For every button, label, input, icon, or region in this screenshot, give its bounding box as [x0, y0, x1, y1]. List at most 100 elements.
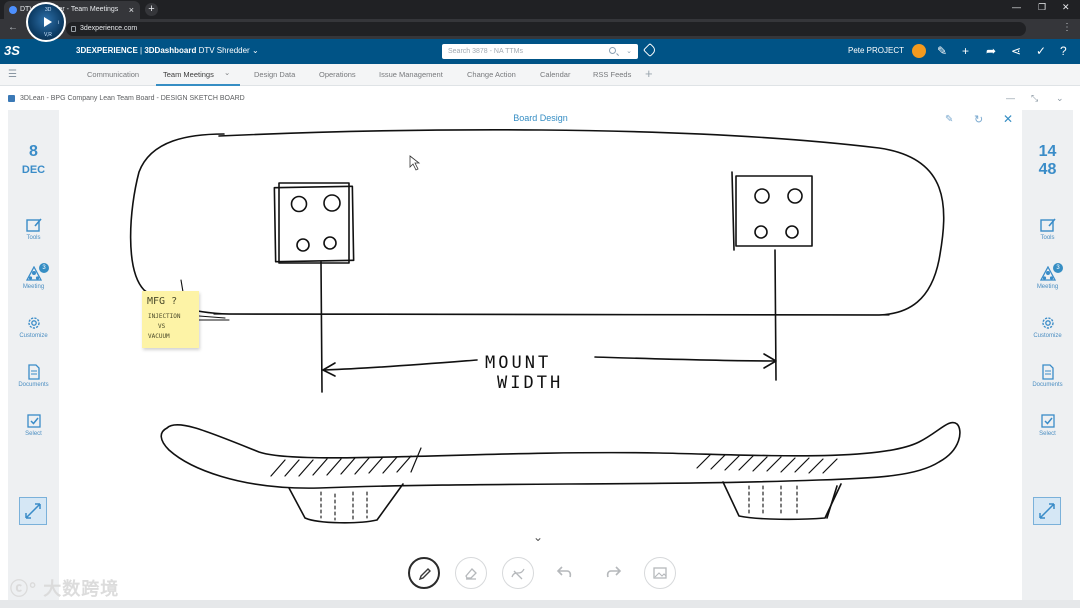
tools-label: Tools	[1040, 235, 1055, 241]
expand-panel-button[interactable]	[1033, 497, 1061, 525]
tab-team-meetings[interactable]: Team Meetings	[163, 70, 214, 79]
documents-label: Documents	[18, 382, 49, 388]
compass-top-label: 3D	[45, 7, 52, 13]
search-icon[interactable]	[609, 47, 616, 54]
tab-close-icon[interactable]: ×	[129, 1, 134, 19]
compass-right-label: i	[58, 20, 60, 26]
documents-button[interactable]: Documents	[8, 364, 59, 388]
checkbox-icon	[26, 414, 41, 428]
sticky-line-1: MFG ?	[147, 296, 178, 307]
browser-menu-icon[interactable]: ⋮	[1062, 22, 1072, 33]
customize-button[interactable]: Customize	[1022, 315, 1073, 339]
expand-arrows-icon	[1039, 503, 1055, 519]
url-field[interactable]: 3dexperience.com	[66, 22, 1026, 36]
time-hour: 14	[1038, 143, 1057, 160]
meeting-button[interactable]: 3 Meeting	[1022, 263, 1073, 290]
window-close-button[interactable]: ✕	[1062, 2, 1070, 13]
browser-tab[interactable]: DTV Shredder - Team Meetings ×	[4, 1, 140, 19]
widget-menu-chevron-icon[interactable]: ⌄	[1056, 93, 1064, 104]
brand-prefix: 3DEXPERIENCE	[76, 46, 138, 55]
undo-button[interactable]	[556, 562, 574, 585]
tab-change-action[interactable]: Change Action	[467, 70, 516, 79]
clear-icon	[511, 568, 525, 580]
add-icon[interactable]: +	[962, 44, 969, 58]
watermark-text: 大数跨境	[43, 579, 120, 599]
gear-icon	[27, 317, 40, 329]
select-label: Select	[25, 431, 42, 437]
eraser-icon	[465, 568, 477, 580]
meeting-count-badge: 3	[1053, 263, 1063, 273]
share-bubble-icon[interactable]: ✎	[937, 44, 947, 58]
tag-icon[interactable]	[642, 42, 658, 58]
tab-dropdown-chevron-icon[interactable]: ⌄	[224, 68, 230, 77]
front-mount-box	[273, 185, 355, 263]
tab-communication[interactable]: Communication	[87, 70, 139, 79]
brand-dashboard-name: DTV Shredder	[198, 46, 250, 55]
tools-button[interactable]: Tools	[8, 217, 59, 241]
sketch-drawing[interactable]: MOUNT WIDTH	[59, 110, 1022, 600]
customize-label: Customize	[1033, 333, 1062, 339]
rear-mount-box	[735, 175, 813, 247]
image-button[interactable]	[644, 557, 676, 589]
compass-bottom-label: V,R	[44, 32, 52, 38]
restore-button[interactable]: ❐	[1038, 2, 1046, 13]
pen-button[interactable]	[408, 557, 440, 589]
compass-widget[interactable]: 3D V,R i	[26, 2, 66, 42]
avatar[interactable]	[912, 44, 926, 58]
tab-issue-management[interactable]: Issue Management	[379, 70, 443, 79]
collapse-chevron-icon[interactable]: ⌄	[533, 530, 543, 544]
expand-panel-button[interactable]	[19, 497, 47, 525]
meeting-label: Meeting	[22, 284, 45, 290]
left-side-panel: 8 DEC Tools 3 Meeting Customize Document…	[8, 110, 59, 600]
tab-rss-feeds[interactable]: RSS Feeds	[593, 70, 631, 79]
image-icon	[653, 567, 667, 579]
sketch-board[interactable]: Board Design ✎ ↻ ✕ MOUNT WIDTH MFG ? INJ…	[59, 110, 1022, 600]
tools-icon[interactable]: ✓	[1036, 44, 1046, 58]
watermark-logo: ⓒ° 大数跨境	[10, 575, 119, 601]
url-text: 3dexperience.com	[80, 25, 138, 32]
deck-top-outline	[129, 129, 945, 316]
back-icon[interactable]: ←	[8, 22, 18, 33]
rear-truck-side	[722, 481, 842, 521]
minimize-button[interactable]: —	[1012, 2, 1021, 12]
watermark-icon: ⓒ°	[10, 579, 38, 599]
search-input[interactable]: Search 3878 - NA TTMs ⌄	[442, 44, 638, 59]
minimize-widget-icon[interactable]: —	[1006, 93, 1015, 103]
annotation-mount: MOUNT	[485, 353, 551, 373]
network-share-icon[interactable]: ⋖	[1011, 44, 1021, 58]
select-label: Select	[1039, 431, 1056, 437]
sticky-note[interactable]: MFG ? INJECTION VS VACUUM	[142, 291, 199, 348]
customize-button[interactable]: Customize	[8, 315, 59, 339]
add-tab-button[interactable]: +	[645, 66, 653, 81]
documents-button[interactable]: Documents	[1022, 364, 1073, 388]
redo-button[interactable]	[604, 562, 622, 585]
tools-button[interactable]: Tools	[1022, 217, 1073, 241]
meeting-button[interactable]: 3 Meeting	[8, 263, 59, 290]
brand-title[interactable]: 3DEXPERIENCE | 3DDashboard DTV Shredder …	[76, 46, 259, 55]
tab-calendar[interactable]: Calendar	[540, 70, 570, 79]
favicon-icon	[9, 6, 17, 14]
side-panel-toggle-icon[interactable]: ☰	[8, 69, 17, 80]
sticky-line-2: INJECTION	[148, 313, 181, 320]
gear-icon	[1041, 317, 1054, 329]
chevron-down-icon[interactable]: ⌄	[252, 46, 259, 55]
maximize-widget-icon[interactable]: ⤡	[1031, 93, 1038, 104]
search-dropdown-icon[interactable]: ⌄	[626, 44, 632, 59]
eraser-button[interactable]	[455, 557, 487, 589]
date-month: DEC	[21, 164, 46, 176]
share-icon[interactable]: ➦	[986, 44, 996, 58]
user-name[interactable]: Pete PROJECT	[848, 46, 904, 55]
select-button[interactable]: Select	[1022, 413, 1073, 437]
lock-icon	[71, 26, 76, 32]
select-button[interactable]: Select	[8, 413, 59, 437]
tab-design-data[interactable]: Design Data	[254, 70, 295, 79]
redo-icon	[606, 566, 622, 578]
help-icon[interactable]: ?	[1060, 44, 1067, 58]
widget-app-icon	[8, 95, 15, 102]
mouse-cursor-icon	[409, 155, 421, 171]
tab-operations[interactable]: Operations	[319, 70, 356, 79]
browser-tab-bar: DTV Shredder - Team Meetings × + — ❐ ✕	[0, 0, 1080, 19]
meeting-count-badge: 3	[39, 263, 49, 273]
new-tab-button[interactable]: +	[145, 3, 158, 16]
clear-button[interactable]	[502, 557, 534, 589]
